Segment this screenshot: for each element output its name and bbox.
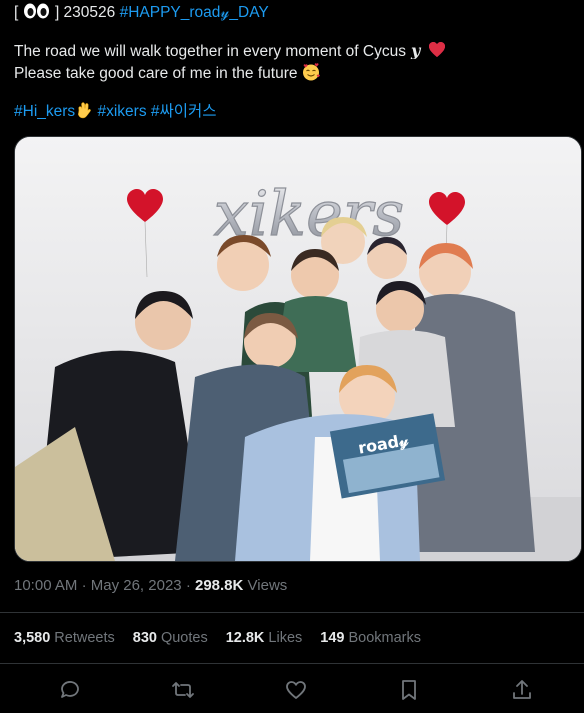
views-label: Views <box>247 577 288 594</box>
action-bar <box>0 672 584 708</box>
tweet-line-2: The road we will walk together in every … <box>14 41 574 63</box>
reply-button[interactable] <box>58 678 82 702</box>
bracket-open: [ <box>14 4 19 21</box>
date-code: ] 230526 <box>54 4 116 21</box>
tweet-line-3: Please take good care of me in the futur… <box>14 63 574 85</box>
tweet-hashtags: #Hi_kers #xikers #싸이커스 <box>14 101 574 123</box>
share-icon <box>513 680 531 699</box>
divider-bottom <box>0 663 584 664</box>
divider-top <box>0 612 584 613</box>
stat-likes[interactable]: 12.8K Likes <box>226 630 303 646</box>
svg-text:y: y <box>410 41 422 59</box>
tweet: [ ] 230526 #HAPPY_road𝓎_DAY The road we … <box>0 0 584 713</box>
stat-quotes[interactable]: 830 Quotes <box>133 630 208 646</box>
group-photo-image: xikers road𝓎 <box>15 137 581 561</box>
meta-separator: · <box>81 577 87 594</box>
hashtag-xikers[interactable]: #xikers <box>97 103 146 120</box>
tweet-time[interactable]: 10:00 AM <box>14 577 77 594</box>
like-button[interactable] <box>284 678 308 702</box>
tweet-stats: 3,580 Retweets 830 Quotes 12.8K Likes 149 Bo… <box>14 630 439 646</box>
retweet-icon <box>172 682 194 698</box>
hashtag-korean-xikers[interactable]: #싸이커스 <box>151 103 217 120</box>
heart-icon <box>286 681 306 699</box>
bookmark-button[interactable] <box>397 678 421 702</box>
views-count: 298.8K <box>194 577 244 594</box>
tweet-date[interactable]: May 26, 2023 <box>91 577 182 594</box>
tweet-meta: 10:00 AM · May 26, 2023 · 298.8K Views <box>14 577 287 594</box>
hashtag-hi-kers[interactable]: #Hi_kers <box>14 103 75 120</box>
reply-icon <box>61 681 79 698</box>
retweet-button[interactable] <box>171 678 195 702</box>
body-text-2: Please take good care of me in the futur… <box>14 65 298 82</box>
y-letter-icon: y <box>410 41 422 59</box>
hashtag-happy-roady-day[interactable]: #HAPPY_road𝓎_DAY <box>120 4 269 21</box>
meta-separator-2: · <box>185 577 191 594</box>
waving-hand-icon <box>78 102 92 119</box>
stat-bookmarks[interactable]: 149 Bookmarks <box>320 630 421 646</box>
body-text-1: The road we will walk together in every … <box>14 43 406 60</box>
bookmark-icon <box>402 680 416 700</box>
tweet-line-1: [ ] 230526 #HAPPY_road𝓎_DAY <box>14 2 574 24</box>
smiling-hearts-icon <box>302 63 320 81</box>
tweet-photo[interactable]: xikers road𝓎 <box>14 136 582 562</box>
stat-retweets[interactable]: 3,580 Retweets <box>14 630 115 646</box>
share-button[interactable] <box>510 678 534 702</box>
red-heart-icon <box>429 42 446 57</box>
eyes-icon <box>23 3 49 19</box>
